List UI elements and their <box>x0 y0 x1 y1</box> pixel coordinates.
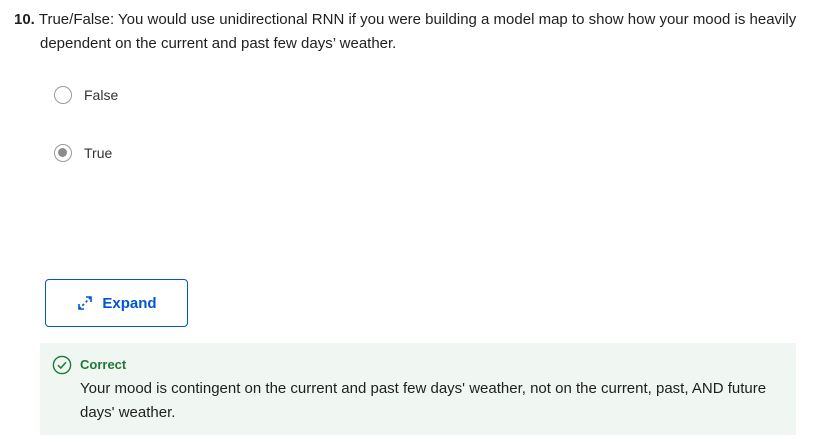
option-label-true: True <box>84 145 113 161</box>
option-label-false: False <box>84 87 119 103</box>
question-text-block: 10. True/False: You would use unidirectio… <box>14 8 804 56</box>
option-true[interactable]: True <box>54 144 112 162</box>
expand-button[interactable]: Expand <box>45 279 188 327</box>
question: 10. True/False: You would use unidirectio… <box>14 8 804 56</box>
check-circle-icon <box>52 355 72 375</box>
feedback-status: Correct <box>80 357 127 372</box>
expand-arrows-icon <box>78 296 93 310</box>
radio-true[interactable] <box>54 144 72 162</box>
feedback-panel: Correct Your mood is contingent on the c… <box>40 343 796 435</box>
expand-label: Expand <box>102 294 157 312</box>
radio-false[interactable] <box>54 86 72 104</box>
feedback-text: Your mood is contingent on the current a… <box>80 380 767 421</box>
question-number: 10. <box>14 11 35 28</box>
option-false[interactable]: False <box>54 86 118 104</box>
question-text: True/False: You would use unidirectional… <box>38 11 797 52</box>
